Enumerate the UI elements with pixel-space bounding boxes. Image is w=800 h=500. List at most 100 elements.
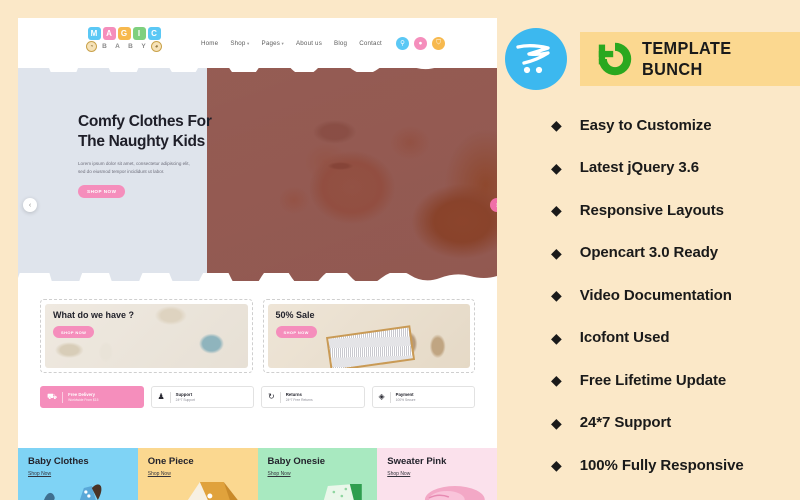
hero-shop-now-button[interactable]: SHOP NOW [78,184,126,198]
logo-sub-letter: B [102,43,107,50]
feature-label: 100% Fully Responsive [579,456,744,474]
category-shop-now-link[interactable]: Shop Now [148,471,171,477]
divider [279,391,281,403]
diamond-bullet-icon: ◆ [551,244,562,261]
feature-label: Responsive Layouts [579,201,724,219]
feature-label: Free Lifetime Update [579,371,727,389]
feature-list-item: ◆ Easy to Customize [551,104,800,147]
shopping-cart-glyph [516,44,550,74]
category-card-title: One Piece [147,456,194,467]
logo-tile-a: A [102,27,116,40]
category-shop-now-link[interactable]: Shop Now [387,471,410,477]
nav-item-about-us[interactable]: About us [296,40,322,47]
feature-label: Video Documentation [579,286,732,304]
category-card-row: Baby Clothes Shop Now One Piece Shop Now Bab… [18,448,497,500]
service-title: Payment [395,392,414,398]
info-panel: TEMPLATE BUNCH ◆ Easy to Customize ◆ Latest… [505,0,800,500]
template-bunch-logo-icon [598,42,632,76]
feature-list-item: ◆ Responsive Layouts [551,189,800,232]
divider [389,391,391,403]
feature-list-item: ◆ Latest jQuery 3.6 [551,147,800,190]
logo-face-left-icon: ◔ [86,41,97,52]
promo-shop-now-button[interactable]: SHOP NOW [53,326,95,338]
opencart-cart-icon [505,28,567,90]
logo-tile-g: G [117,27,131,40]
site-logo[interactable]: MAGIC ◔ B A B Y ◕ [74,27,174,52]
hero-subtitle-line2: sed do eiusmod tempor incididunt ut labo… [78,169,165,175]
feature-list-item: ◆ Opencart 3.0 Ready [551,232,800,275]
carousel-prev-button[interactable]: ‹ [23,198,37,212]
feature-label: Opencart 3.0 Ready [579,244,719,262]
feature-label: 24*7 Support [579,414,672,432]
category-card-title: Baby Clothes [28,456,89,467]
hero-title-line2: The Naughty Kids [78,133,205,151]
category-card[interactable]: Baby Clothes Shop Now [18,448,138,500]
service-subtitle: 100% Secure [395,397,416,402]
promo-card[interactable]: 50% Sale SHOP NOW [262,299,475,373]
carousel-next-button[interactable]: › [490,198,497,212]
nav-item-blog[interactable]: Blog [334,40,347,47]
promo-card-title: 50% Sale [275,310,315,320]
service-subtitle: Worldwide From $15 [68,397,99,402]
feature-label: Easy to Customize [579,116,712,134]
service-item: ⛟ Free Delivery Worldwide From $15 [40,386,144,408]
cart-icon[interactable]: ⛉ [432,36,445,50]
header-icon-group[interactable]: ⚲ ● ⛉ [396,18,445,68]
hero-subtitle-line1: Lorem ipsum dolor sit amet, consectetur … [78,160,190,166]
account-icon[interactable]: ● [414,36,427,50]
category-card[interactable]: Sweater Pink Shop Now [377,448,497,500]
returns-icon: ↻ [268,392,275,401]
main-navigation[interactable]: Home Shop ▾ Pages ▾ About us Blog Contact [201,18,382,68]
chevron-down-icon: ▾ [245,40,250,46]
service-title: Free Delivery [68,392,96,398]
hero-title: Comfy Clothes For The Naughty Kids [78,112,278,153]
service-text: Free Delivery Worldwide From $15 [68,392,98,401]
service-text: Returns 24*7 Free Returns [286,392,313,401]
hero-subtitle: Lorem ipsum dolor sit amet, consectetur … [78,160,278,177]
feature-list: ◆ Easy to Customize ◆ Latest jQuery 3.6 ◆ Res… [551,104,800,487]
service-subtitle: 24*7 Support [175,397,195,402]
category-shop-now-link[interactable]: Shop Now [268,471,291,477]
category-shop-now-link[interactable]: Shop Now [28,471,51,477]
logo-tiles: MAGIC [74,27,174,40]
free-delivery-icon: ⛟ [47,392,58,401]
feature-list-item: ◆ 24*7 Support [551,402,800,445]
template-bunch-title: TEMPLATE BUNCH [642,38,732,79]
category-card[interactable]: Baby Onesie Shop Now [257,448,378,500]
diamond-bullet-icon: ◆ [551,159,562,176]
promo-card-row: What do we have ? SHOP NOW 50% Sale SHOP NO… [18,281,497,373]
logo-face-right-icon: ◕ [151,41,162,52]
feature-list-item: ◆ 100% Fully Responsive [551,444,800,487]
nav-item-pages[interactable]: Pages ▾ [262,40,284,47]
nav-item-shop[interactable]: Shop ▾ [230,40,249,47]
diamond-bullet-icon: ◆ [551,457,562,474]
feature-list-item: ◆ Icofont Used [551,317,800,360]
divider [62,391,64,403]
diamond-bullet-icon: ◆ [551,202,562,219]
chevron-down-icon: ▾ [280,40,284,46]
service-subtitle: 24*7 Free Returns [285,397,313,402]
hero-content: Comfy Clothes For The Naughty Kids Lorem… [78,112,278,198]
category-card[interactable]: One Piece Shop Now [137,448,258,500]
feature-label: Icofont Used [579,329,670,347]
logo-tile-c: C [147,27,161,40]
site-header: MAGIC ◔ B A B Y ◕ Home Shop ▾ Pages ▾ About us Bl… [18,18,497,68]
nav-item-contact[interactable]: Contact [359,40,382,47]
divider [169,391,171,403]
nav-item-home[interactable]: Home [201,40,218,47]
category-card-title: Baby Onesie [267,456,326,467]
diamond-bullet-icon: ◆ [551,329,562,346]
service-feature-row: ⛟ Free Delivery Worldwide From $15 ♟ Support… [18,373,497,408]
search-icon[interactable]: ⚲ [396,36,409,50]
torn-paper-divider-hero [18,273,497,281]
feature-label: Latest jQuery 3.6 [579,159,699,177]
diamond-bullet-icon: ◆ [551,117,562,134]
diamond-bullet-icon: ◆ [551,287,562,304]
logo-subtext: ◔ B A B Y ◕ [74,41,174,52]
service-item: ↻ Returns 24*7 Free Returns [261,386,365,408]
service-item: ♟ Support 24*7 Support [150,386,254,408]
opencart-logo-row [505,28,567,90]
logo-sub-letter: Y [141,43,146,50]
promo-shop-now-button[interactable]: SHOP NOW [275,326,317,338]
promo-card[interactable]: What do we have ? SHOP NOW [40,299,253,373]
